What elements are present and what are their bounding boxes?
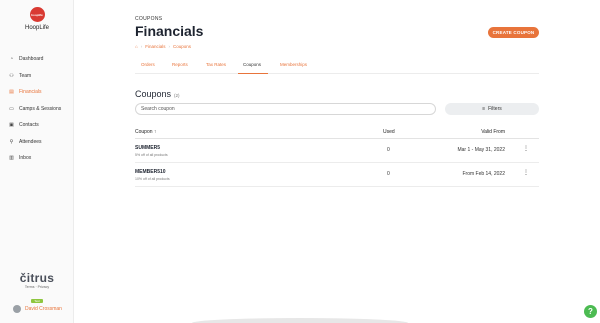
brand-footer: čitrus Terms · Privacy Test	[0, 271, 74, 307]
question-icon: ?	[588, 307, 593, 316]
footer-links: Terms · Privacy	[0, 285, 74, 289]
org-logo[interactable]: hooplife HoopLife	[0, 7, 74, 31]
sidebar-item-label: Camps & Sessions	[19, 105, 62, 112]
create-coupon-button[interactable]: CREATE COUPON	[488, 27, 539, 38]
avatar	[13, 305, 21, 313]
chevron-right-icon: ›	[140, 44, 143, 49]
column-header-coupon-label: Coupon	[135, 129, 153, 135]
sidebar-item-team[interactable]: ⚇ Team	[0, 68, 74, 85]
coupon-used: 0	[387, 171, 390, 177]
sidebar-item-label: Inbox	[19, 155, 32, 162]
camps-icon: ▭	[9, 105, 14, 112]
search-input[interactable]: Search coupon	[135, 103, 436, 115]
user-name: David Crossman	[25, 306, 62, 312]
table-row[interactable]: MEMBER510 10% off of all products 0 From…	[135, 163, 539, 187]
sidebar-item-contacts[interactable]: ▣ Contacts	[0, 117, 74, 134]
dashboard-icon: ◔	[9, 56, 14, 63]
sidebar: hooplife HoopLife ◔ Dashboard ⚇ Team ▤ F…	[0, 0, 74, 323]
coupon-valid-from: Mar 1 - May 31, 2022	[457, 147, 505, 153]
user-profile[interactable]: David Crossman	[13, 305, 62, 313]
org-logo-badge: hooplife	[29, 7, 45, 22]
sidebar-nav: ◔ Dashboard ⚇ Team ▤ Financials ▭ Camps …	[0, 51, 74, 167]
bottom-shadow	[192, 318, 408, 323]
tab-orders[interactable]: Orders	[141, 62, 155, 67]
active-tab-indicator	[238, 73, 268, 74]
search-placeholder: Search coupon	[141, 106, 175, 112]
section-title: Coupons (2)	[135, 89, 180, 99]
coupon-count: (2)	[174, 93, 180, 98]
page-eyebrow: COUPONS	[135, 16, 163, 22]
sidebar-item-financials[interactable]: ▤ Financials	[0, 84, 74, 101]
coupons-table: Coupon ↑ Used Valid From SUMMER5 5% off …	[135, 125, 539, 187]
section-title-text: Coupons	[135, 89, 172, 99]
sidebar-item-label: Attendees	[19, 138, 42, 145]
tab-coupons[interactable]: Coupons	[243, 62, 261, 67]
chevron-right-icon: ›	[168, 44, 170, 49]
table-header: Coupon ↑ Used Valid From	[135, 125, 539, 139]
coupon-name: MEMBER510	[135, 169, 166, 175]
privacy-link[interactable]: Privacy	[38, 285, 49, 289]
contacts-icon: ▣	[9, 122, 14, 129]
terms-link[interactable]: Terms	[25, 285, 35, 289]
tab-bar: Orders Reports Tax Rates Coupons Members…	[135, 58, 539, 74]
more-vertical-icon[interactable]: ⋮	[523, 145, 529, 152]
column-header-coupon[interactable]: Coupon ↑	[135, 129, 156, 135]
sidebar-item-attendees[interactable]: ⚲ Attendees	[0, 134, 74, 151]
sidebar-item-inbox[interactable]: ▥ Inbox	[0, 150, 74, 167]
breadcrumb: ⌂ › Financials › Coupons	[135, 44, 191, 49]
tab-reports[interactable]: Reports	[172, 62, 188, 67]
team-icon: ⚇	[9, 72, 14, 79]
sidebar-item-label: Contacts	[19, 122, 39, 129]
sidebar-item-dashboard[interactable]: ◔ Dashboard	[0, 51, 74, 68]
coupon-valid-from: From Feb 14, 2022	[462, 171, 505, 177]
sidebar-item-label: Dashboard	[19, 56, 44, 63]
coupon-description: 10% off of all products	[135, 177, 170, 181]
environment-badge: Test	[31, 299, 43, 303]
org-name: HoopLife	[24, 25, 50, 31]
breadcrumb-coupons: Coupons	[172, 44, 191, 49]
sidebar-item-label: Team	[19, 72, 32, 79]
filter-icon: ≡	[482, 106, 486, 112]
filters-label: Filters	[488, 106, 502, 112]
sidebar-item-label: Financials	[19, 89, 42, 96]
sidebar-item-camps[interactable]: ▭ Camps & Sessions	[0, 101, 74, 118]
inbox-icon: ▥	[9, 155, 14, 162]
sort-arrow-icon: ↑	[153, 129, 157, 135]
home-icon[interactable]: ⌂	[135, 44, 138, 49]
help-button[interactable]: ?	[584, 305, 597, 318]
coupon-description: 5% off of all products	[135, 153, 168, 157]
brand-logo: čitrus	[19, 271, 55, 285]
financials-icon: ▤	[9, 89, 14, 96]
main-content: COUPONS Financials CREATE COUPON ⌂ › Fin…	[74, 0, 600, 323]
tab-memberships[interactable]: Memberships	[280, 62, 307, 67]
column-header-used: Used	[383, 129, 395, 135]
coupon-name: SUMMER5	[135, 145, 161, 151]
coupon-used: 0	[387, 147, 390, 153]
filters-button[interactable]: ≡ Filters	[445, 103, 539, 115]
page-title: Financials	[135, 23, 204, 39]
more-vertical-icon[interactable]: ⋮	[523, 169, 529, 176]
footer-separator: ·	[35, 285, 37, 289]
breadcrumb-financials[interactable]: Financials	[145, 44, 165, 49]
table-row[interactable]: SUMMER5 5% off of all products 0 Mar 1 -…	[135, 139, 539, 163]
attendees-icon: ⚲	[9, 138, 14, 145]
column-header-valid-from: Valid From	[481, 129, 505, 135]
tab-tax-rates[interactable]: Tax Rates	[206, 62, 226, 67]
